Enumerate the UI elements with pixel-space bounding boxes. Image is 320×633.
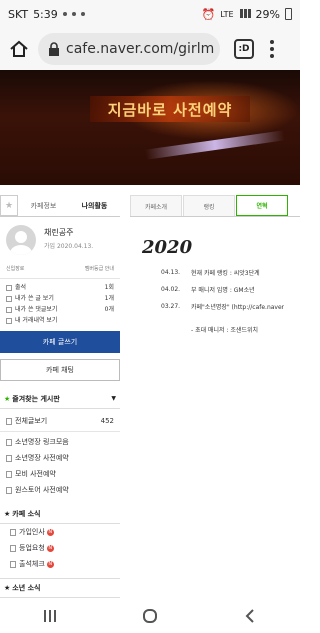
stat-my-posts[interactable]: 내가 쓴 글 보기 1개 [0,292,120,303]
chevron-down-icon: ▼ [111,395,116,402]
stat-my-trades[interactable]: 내 거래내역 보기 [0,314,120,325]
trade-icon [6,317,12,324]
favorite-boards-header[interactable]: ★ 즐겨찾는 게시판 ▼ [0,389,120,409]
board-icon [10,528,16,536]
tab-switcher-button[interactable]: :D [234,39,254,59]
history-row: 03.27. 카페"소년명장" (http://cafe.naver [161,303,285,311]
board-icon [6,470,12,478]
board-icon [10,560,16,568]
comment-icon [6,306,12,313]
write-post-button[interactable]: 카페 글쓰기 [0,331,120,353]
board-link[interactable]: 소년명장 사전예약 [0,450,120,466]
battery-label: 29% [255,7,280,21]
history-list: 04.13. 현재 카페 랭킹 : 씨앗3단계 04.02. 부 매니저 임명 : … [130,264,300,315]
main-content: 카페소개 랭킹 연혁 2020 04.13. 현재 카페 랭킹 : 씨앗3단계 0… [130,195,300,334]
left-sidebar: ★ 카페정보 나의활동 채린공주 가입 2020.04.13. 신입장로 멤버등… [0,195,120,598]
history-year: 2020 [142,237,193,258]
favorite-star-button[interactable]: ★ [0,195,18,216]
star-icon: ★ [4,584,11,592]
home-circle-icon [143,608,157,623]
back-icon [245,608,254,623]
browser-toolbar: cafe.naver.com/girlm :D [0,28,300,70]
star-icon: ★ [4,509,11,518]
cafe-news-header[interactable]: ★ 카페 소식 [0,504,120,524]
tab-my-activity[interactable]: 나의활동 [69,195,120,216]
boy-news-header[interactable]: ★ 소년 소식 [0,578,120,598]
star-icon: ★ [4,394,11,403]
divider [0,278,120,279]
calendar-icon [6,284,12,291]
status-bar: SKT 5:39 ⏰ LTE 29% [0,0,300,28]
grade-row: 신입장로 멤버등급 안내 [0,259,120,276]
tab-history[interactable]: 연혁 [236,195,288,216]
network-label: LTE [220,9,234,19]
battery-icon [285,8,292,20]
board-icon [6,454,12,462]
carrier-label: SKT [8,7,29,21]
profile-name: 채린공주 [44,228,74,237]
recent-apps-button[interactable] [30,601,70,631]
avatar[interactable] [6,225,36,255]
tab-ranking[interactable]: 랭킹 [183,195,235,216]
signal-icon [239,8,251,21]
alarm-icon: ⏰ [201,7,216,21]
board-link[interactable]: 출석체크 N [0,556,120,572]
board-link[interactable]: 모비 사전예약 [0,466,120,482]
divider [0,431,120,432]
cafe-chat-button[interactable]: 카페 채팅 [0,359,120,381]
more-menu-icon[interactable] [270,40,274,58]
notification-icon [71,12,76,16]
tab-cafe-info[interactable]: 카페정보 [18,195,69,216]
member-grade: 신입장로 [6,266,25,272]
notification-icon [62,12,67,16]
profile-join-date: 가입 2020.04.13. [44,243,94,250]
stat-attendance[interactable]: 출석 1회 [0,281,120,292]
back-button[interactable] [230,601,270,631]
home-button[interactable] [6,36,32,62]
post-icon [6,295,12,302]
new-badge: N [46,560,54,568]
banner-text: 지금바로 사전예약 [90,96,250,122]
board-icon [6,438,12,446]
android-nav-bar [0,598,300,633]
home-nav-button[interactable] [130,601,170,631]
board-icon [10,544,16,552]
board-icon [6,486,12,494]
lock-icon [49,42,59,56]
profile-box: 채린공주 가입 2020.04.13. [0,217,120,259]
board-link[interactable]: 등업요청 N [0,540,120,556]
time-label: 5:39 [33,7,58,21]
recent-apps-icon [44,609,56,622]
board-icon [6,417,12,425]
notification-icon [80,12,85,16]
history-row: 04.13. 현재 카페 랭킹 : 씨앗3단계 [161,269,260,277]
new-badge: N [46,544,54,552]
history-row: 04.02. 부 매니저 임명 : GM소년 [161,286,255,294]
home-icon [10,40,28,57]
tab-cafe-intro[interactable]: 카페소개 [130,195,182,216]
board-link[interactable]: 원스토어 사전예약 [0,482,120,498]
content-tabs: 카페소개 랭킹 연혁 [130,195,300,217]
board-link[interactable]: 소년명장 링크모음 [0,434,120,450]
url-text: cafe.naver.com/girlm [66,41,215,57]
first-manager: - 초대 매니저 : 조샌드위치 [191,327,259,334]
board-link[interactable]: 가입인사 N [0,524,120,540]
board-all-posts[interactable]: 전체글보기 452 [0,413,120,429]
grade-guide-link[interactable]: 멤버등급 안내 [85,265,114,272]
promo-banner[interactable]: 지금바로 사전예약 [0,70,300,185]
stat-my-comments[interactable]: 내가 쓴 댓글보기 0개 [0,303,120,314]
sidebar-tabs: ★ 카페정보 나의활동 [0,195,120,217]
url-bar[interactable]: cafe.naver.com/girlm [38,33,220,65]
new-badge: N [46,528,54,536]
